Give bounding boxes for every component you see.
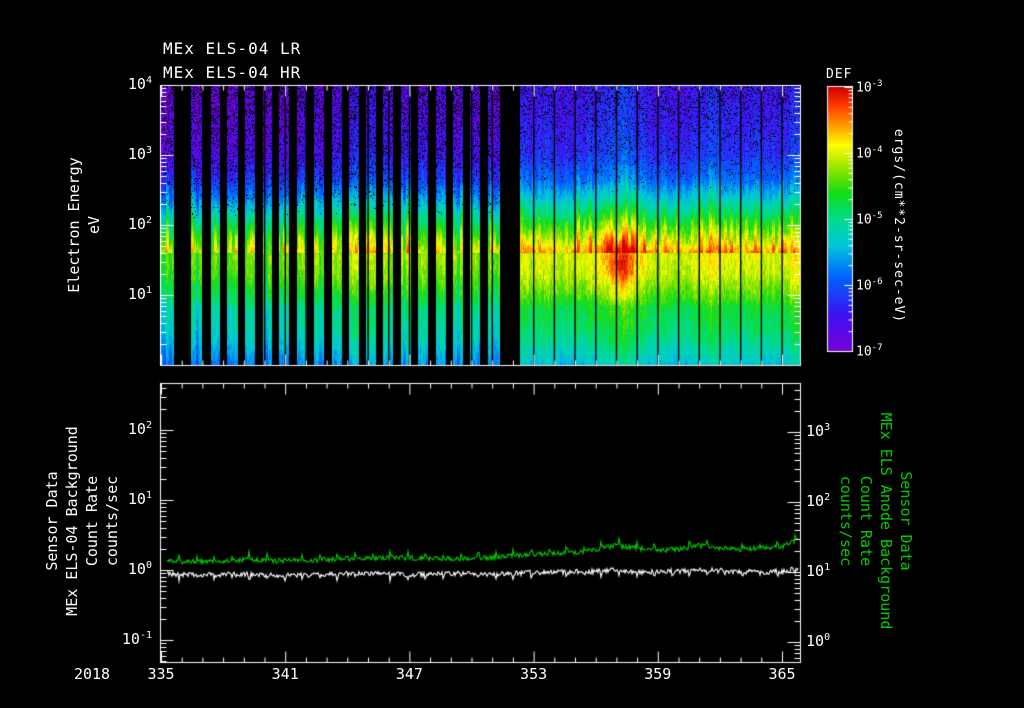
lineplot-right-ytick-label: 102 (806, 492, 831, 510)
title-hr: MEx ELS-04 HR (163, 63, 302, 82)
spectrogram-y-axis-label-text: Electron Energy (65, 157, 83, 293)
spectrogram-ytick-label: 101 (127, 285, 152, 303)
x-axis-tick-label: 347 (395, 665, 423, 683)
colorbar-tick-label: 10-3 (856, 79, 883, 96)
colorbar-tick-label: 10-7 (856, 343, 883, 360)
spectrogram-ytick-label: 103 (127, 145, 152, 163)
lineplot-left-ytick-label: 100 (127, 560, 152, 578)
right-axis-label-line4: counts/sec (837, 475, 855, 567)
x-axis-year-label: 2018 (73, 665, 111, 683)
right-axis-label-line1: Sensor Data (897, 471, 915, 571)
lineplot-right-ytick-label: 103 (806, 422, 831, 440)
x-axis-tick-label: 353 (520, 665, 548, 683)
x-axis-tick-label: 341 (271, 665, 299, 683)
colorbar-def-label: DEF (826, 67, 853, 82)
lineplot-left-axis-label: Sensor Data MEx ELS-04 Background Count … (42, 426, 122, 616)
title-lr: MEx ELS-04 LR (163, 39, 302, 58)
x-axis-tick-label: 359 (644, 665, 672, 683)
right-axis-label-line2: MEx ELS Anode Background (877, 412, 895, 630)
lineplot-left-ytick-label: 10-1 (121, 630, 152, 648)
right-axis-label-line3: Count Rate (857, 475, 875, 567)
x-axis-tick-label: 365 (768, 665, 796, 683)
spectrogram-ytick-label: 102 (127, 215, 152, 233)
figure-root: MEx ELS-04 LR MEx ELS-04 HR Electron Ene… (0, 0, 1024, 708)
left-axis-label-line3: Count Rate (83, 475, 101, 567)
left-axis-label-line4: counts/sec (103, 475, 121, 567)
colorbar-tick-label: 10-5 (856, 211, 883, 228)
lineplot-left-ytick-label: 101 (127, 490, 152, 508)
colorbar-tick-label: 10-4 (856, 145, 883, 162)
lineplot-right-ytick-label: 101 (806, 562, 831, 580)
colorbar-tick-label: 10-6 (856, 277, 883, 294)
spectrogram-y-axis-label: Electron Energy eV (64, 157, 104, 292)
left-axis-label-line2: MEx ELS-04 Background (63, 426, 81, 616)
x-axis-tick-label: 335 (147, 665, 175, 683)
lineplot-right-ytick-label: 100 (806, 632, 831, 650)
left-axis-label-line1: Sensor Data (43, 471, 61, 571)
spectrogram-ytick-label: 104 (127, 75, 152, 93)
colorbar-unit-label: ergs/(cm**2-sr-sec-eV) (891, 128, 906, 324)
lineplot-right-axis-label: Sensor Data MEx ELS Anode Background Cou… (836, 413, 916, 630)
lineplot-left-ytick-label: 102 (127, 420, 152, 438)
